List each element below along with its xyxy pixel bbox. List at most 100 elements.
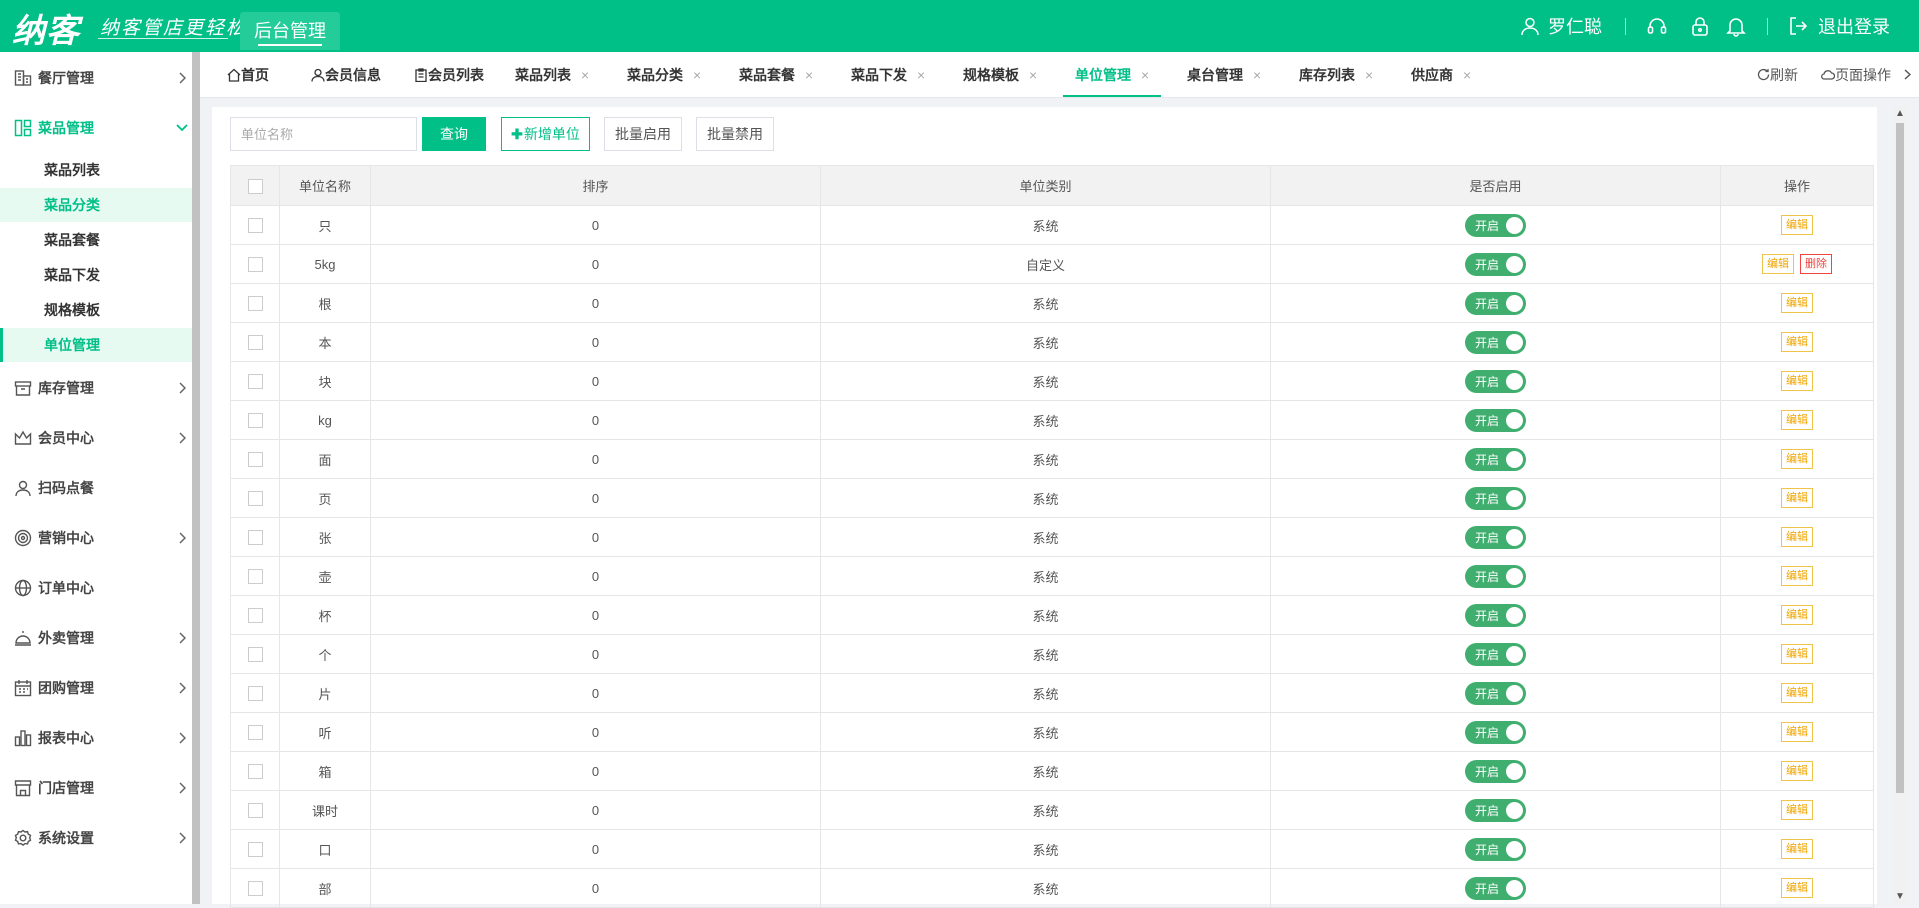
sidebar-subitem-dish-list[interactable]: 菜品列表 [0,153,192,187]
row-checkbox[interactable] [247,608,263,624]
sidebar-scrollbar[interactable] [192,52,200,904]
edit-button[interactable]: 编辑 [1781,527,1813,547]
sidebar-item-inventory[interactable]: 库存管理 [0,368,192,408]
edit-button[interactable]: 编辑 [1781,488,1813,508]
enable-toggle[interactable]: 开启 [1465,798,1526,822]
edit-button[interactable]: 编辑 [1781,449,1813,469]
content-scrollbar[interactable]: ▲ ▼ [1893,107,1907,904]
sidebar-item-group-buy[interactable]: 团购管理 [0,668,192,708]
tab-supplier[interactable]: 供应商 × [1411,52,1471,97]
row-checkbox[interactable] [247,569,263,585]
row-checkbox[interactable] [247,335,263,351]
row-checkbox[interactable] [247,881,263,897]
row-checkbox[interactable] [247,413,263,429]
sidebar-subitem-dish-distribute[interactable]: 菜品下发 [0,258,192,292]
edit-button[interactable]: 编辑 [1781,371,1813,391]
tab-spec-template[interactable]: 规格模板 × [963,52,1037,97]
enable-toggle[interactable]: 开启 [1465,681,1526,705]
enable-toggle[interactable]: 开启 [1465,759,1526,783]
row-checkbox[interactable] [247,452,263,468]
edit-button[interactable]: 编辑 [1781,839,1813,859]
row-checkbox[interactable] [247,530,263,546]
scroll-down-icon[interactable]: ▼ [1893,890,1907,904]
user-menu[interactable]: 罗仁聪 [1520,12,1602,40]
bell-icon[interactable] [1725,15,1747,37]
enable-toggle[interactable]: 开启 [1465,525,1526,549]
tab-member-info[interactable]: 会员信息 [311,52,381,97]
row-checkbox[interactable] [247,647,263,663]
tab-home[interactable]: 首页 [227,52,269,97]
edit-button[interactable]: 编辑 [1781,761,1813,781]
close-icon[interactable]: × [693,67,701,83]
enable-toggle[interactable]: 开启 [1465,408,1526,432]
sidebar-item-marketing[interactable]: 营销中心 [0,518,192,558]
sidebar-subitem-dish-category[interactable]: 菜品分类 [0,188,192,222]
tab-inventory-list[interactable]: 库存列表 × [1299,52,1373,97]
enable-toggle[interactable]: 开启 [1465,213,1526,237]
row-checkbox[interactable] [247,296,263,312]
enable-toggle[interactable]: 开启 [1465,876,1526,900]
enable-toggle[interactable]: 开启 [1465,720,1526,744]
enable-toggle[interactable]: 开启 [1465,642,1526,666]
row-checkbox[interactable] [247,725,263,741]
enable-toggle[interactable]: 开启 [1465,564,1526,588]
row-checkbox[interactable] [247,803,263,819]
column-header-enabled[interactable]: 是否启用 [1270,165,1721,206]
row-checkbox[interactable] [247,257,263,273]
close-icon[interactable]: × [1253,67,1261,83]
enable-toggle[interactable]: 开启 [1465,369,1526,393]
tab-dish-distribute[interactable]: 菜品下发 × [851,52,925,97]
close-icon[interactable]: × [805,67,813,83]
sidebar-item-system-settings[interactable]: 系统设置 [0,818,192,858]
edit-button[interactable]: 编辑 [1762,254,1794,274]
column-header-sort[interactable]: 排序 [370,165,821,206]
sidebar-subitem-dish-combo[interactable]: 菜品套餐 [0,223,192,257]
row-checkbox[interactable] [247,764,263,780]
edit-button[interactable]: 编辑 [1781,683,1813,703]
close-icon[interactable]: × [1029,67,1037,83]
sidebar-item-dishes[interactable]: 菜品管理 [0,108,192,148]
edit-button[interactable]: 编辑 [1781,410,1813,430]
enable-toggle[interactable]: 开启 [1465,330,1526,354]
edit-button[interactable]: 编辑 [1781,800,1813,820]
edit-button[interactable]: 编辑 [1781,215,1813,235]
close-icon[interactable]: × [1141,67,1149,83]
tab-unit-management[interactable]: 单位管理 × [1062,52,1162,97]
sidebar-item-stores[interactable]: 门店管理 [0,768,192,808]
admin-tab[interactable]: 后台管理 [240,12,340,50]
row-checkbox[interactable] [247,491,263,507]
close-icon[interactable]: × [1365,67,1373,83]
edit-button[interactable]: 编辑 [1781,332,1813,352]
batch-disable-button[interactable]: 批量禁用 [696,117,774,151]
row-checkbox[interactable] [247,374,263,390]
edit-button[interactable]: 编辑 [1781,644,1813,664]
sidebar-item-scan-order[interactable]: 扫码点餐 [0,468,192,508]
enable-toggle[interactable]: 开启 [1465,447,1526,471]
edit-button[interactable]: 编辑 [1781,293,1813,313]
chevron-right-icon[interactable] [1904,69,1911,80]
page-ops-button[interactable]: 页面操作 [1821,52,1891,97]
delete-button[interactable]: 删除 [1800,254,1832,274]
sidebar-item-order-center[interactable]: 订单中心 [0,568,192,608]
close-icon[interactable]: × [917,67,925,83]
logout-button[interactable]: 退出登录 [1788,12,1890,40]
tab-dish-list[interactable]: 菜品列表 × [515,52,589,97]
add-unit-button[interactable]: ✚ 新增单位 [501,117,590,151]
sidebar-item-member-center[interactable]: 会员中心 [0,418,192,458]
enable-toggle[interactable]: 开启 [1465,252,1526,276]
edit-button[interactable]: 编辑 [1781,605,1813,625]
edit-button[interactable]: 编辑 [1781,878,1813,898]
scroll-up-icon[interactable]: ▲ [1893,107,1907,121]
lock-icon[interactable] [1689,15,1711,37]
headset-icon[interactable] [1646,15,1668,37]
sidebar-item-reports[interactable]: 报表中心 [0,718,192,758]
edit-button[interactable]: 编辑 [1781,722,1813,742]
column-header-type[interactable]: 单位类别 [820,165,1271,206]
refresh-button[interactable]: 刷新 [1757,52,1798,97]
tab-dish-category[interactable]: 菜品分类 × [627,52,701,97]
batch-enable-button[interactable]: 批量启用 [604,117,682,151]
enable-toggle[interactable]: 开启 [1465,603,1526,627]
select-all-checkbox[interactable] [247,178,263,194]
unit-name-search-input[interactable] [230,117,417,151]
query-button[interactable]: 查询 [422,117,486,151]
